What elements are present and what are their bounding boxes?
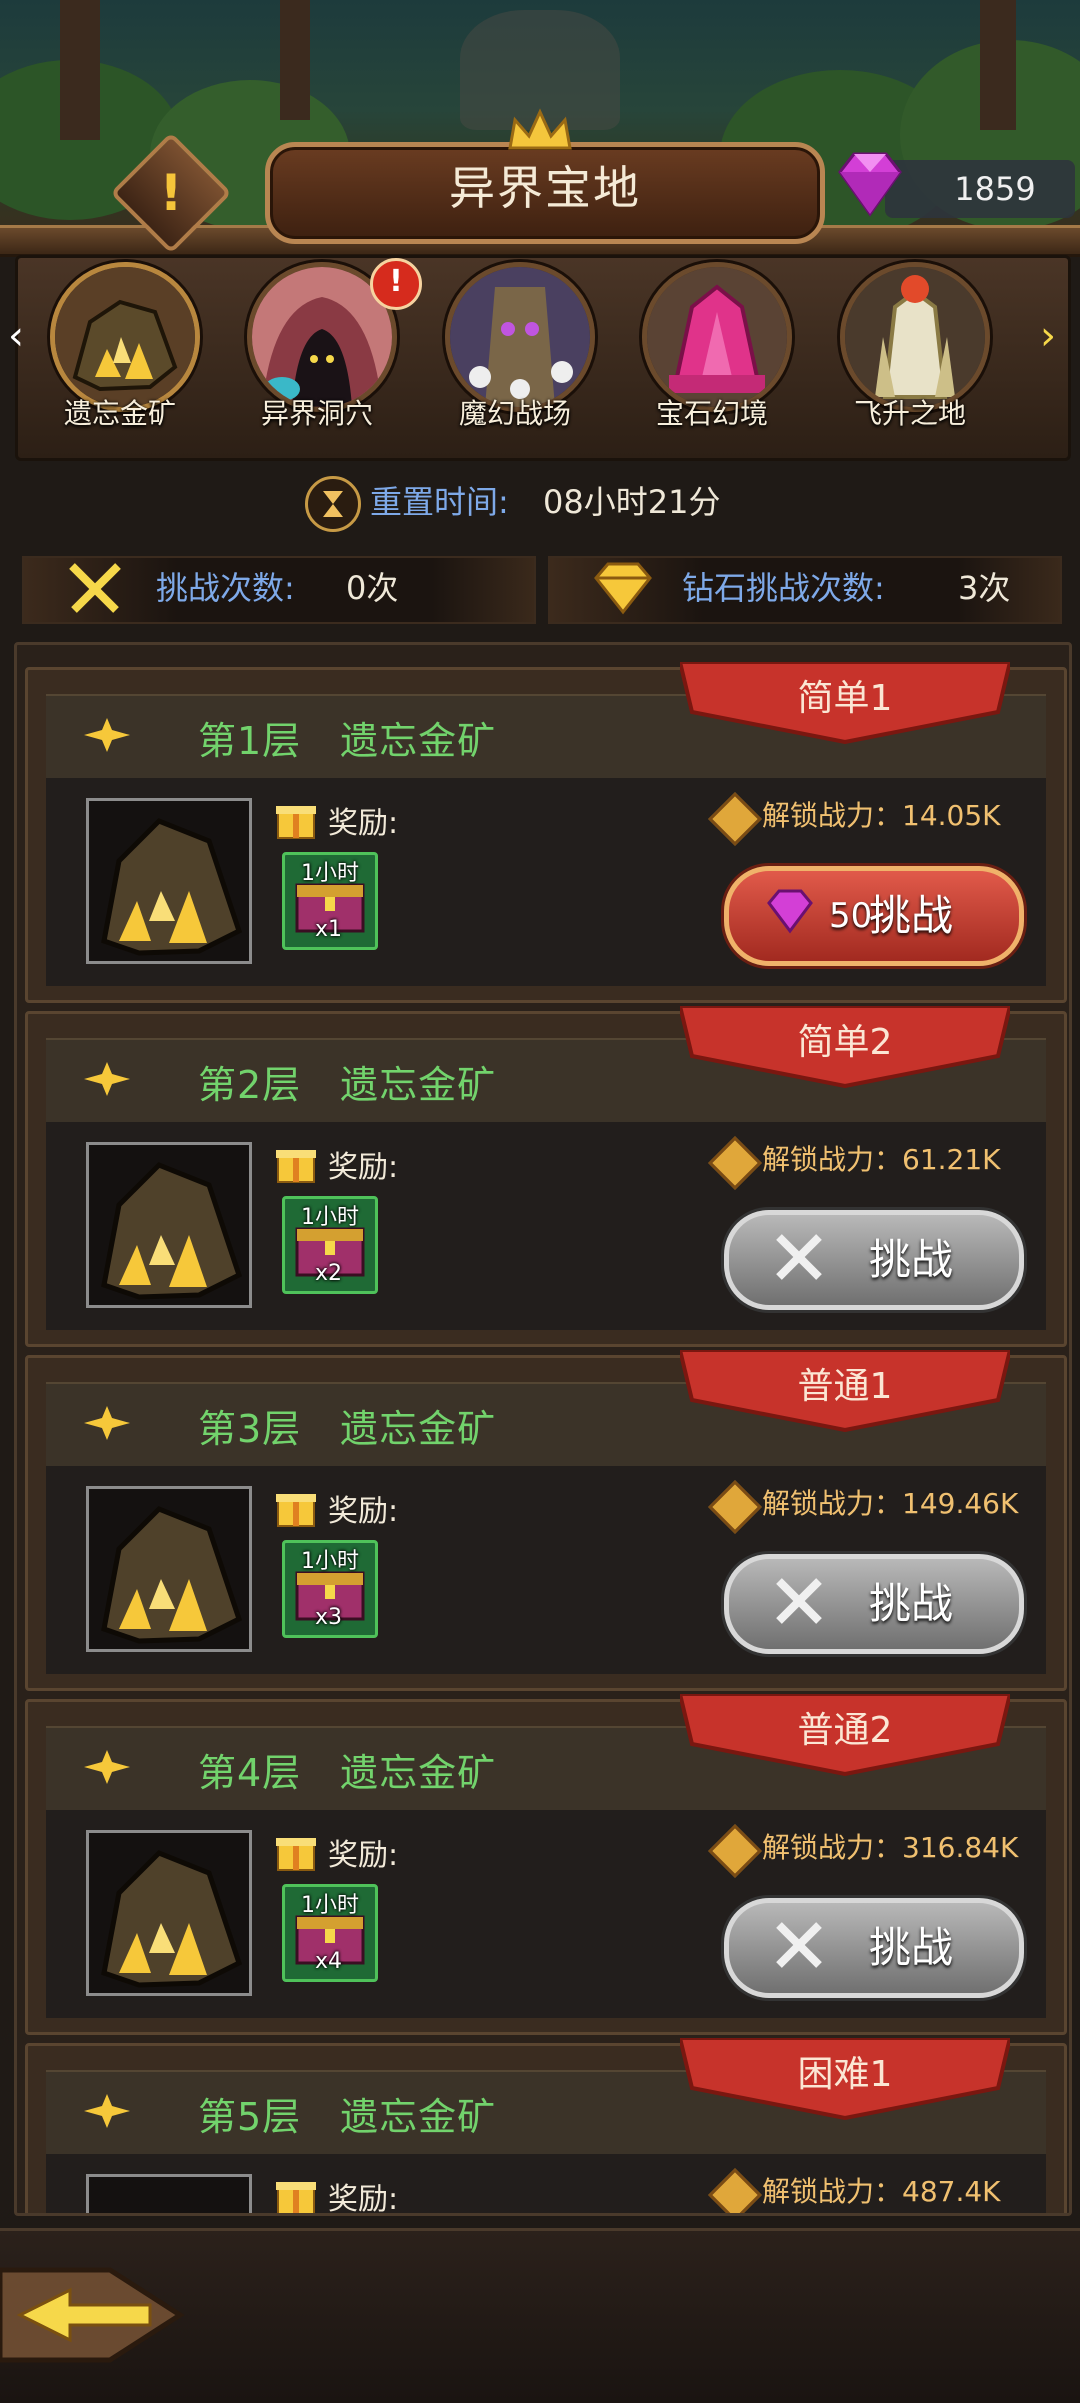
floor-name: 第4层 遗忘金矿	[198, 1751, 497, 1795]
alert-badge: !	[370, 258, 422, 310]
star-icon	[84, 1750, 130, 1784]
scroll-right-arrow-icon[interactable]: ›	[1040, 312, 1070, 360]
diamond-challenge-label: 钻石挑战次数:	[682, 569, 885, 607]
warning-icon: !	[159, 164, 183, 222]
category-gold-mine[interactable]: 遗忘金矿	[45, 262, 200, 432]
star-icon	[84, 718, 130, 752]
floor-list[interactable]: 第1层 遗忘金矿 简单1 奖励: 1小时 x1 解锁战力：14.05K 50 挑…	[14, 642, 1072, 2216]
gift-icon	[276, 1838, 316, 1871]
star-icon	[84, 1406, 130, 1440]
floor-name: 第1层 遗忘金矿	[198, 719, 497, 763]
battlefield-icon	[450, 267, 590, 407]
floor-card: 第4层 遗忘金矿 普通2 奖励: 1小时 x4 解锁战力：316.84K 挑战	[25, 1694, 1067, 2035]
category-ascension[interactable]: 飞升之地	[835, 262, 990, 432]
category-battlefield[interactable]: 魔幻战场	[440, 262, 595, 432]
challenge-button-label: 挑战	[869, 1579, 954, 1628]
challenge-button-label: 挑战	[869, 1923, 954, 1972]
reset-time-value: 08小时21分	[543, 483, 721, 521]
unlock-power-text: 解锁战力：61.21K	[762, 1143, 1001, 1176]
reward-chest-item[interactable]: 1小时 x1	[282, 852, 378, 950]
challenge-button-locked[interactable]: 挑战	[724, 1210, 1024, 1310]
reward-label: 奖励:	[328, 1838, 399, 1873]
gem-realm-icon	[647, 267, 787, 407]
chest-duration: 1小时	[301, 1893, 359, 1918]
diamond-icon	[594, 562, 652, 615]
gift-icon	[276, 806, 316, 839]
star-icon	[84, 1062, 130, 1096]
crossed-swords-icon	[776, 1922, 822, 1968]
gem-count: 1859	[954, 170, 1036, 208]
floor-card: 第3层 遗忘金矿 普通1 奖励: 1小时 x3 解锁战力：149.46K 挑战	[25, 1350, 1067, 1691]
unlock-power-text: 解锁战力：316.84K	[762, 1831, 1019, 1864]
floor-name: 第5层 遗忘金矿	[198, 2095, 497, 2139]
reward-chest-item[interactable]: 1小时 x2	[282, 1196, 378, 1294]
challenge-button-label: 挑战	[869, 891, 954, 940]
reward-label: 奖励:	[328, 1150, 399, 1185]
difficulty-label: 困难1	[797, 2054, 893, 2095]
gift-icon	[276, 1150, 316, 1183]
star-icon	[84, 2094, 130, 2128]
crossed-swords-icon	[776, 1578, 822, 1624]
gold-ore-thumbnail	[86, 798, 252, 964]
challenge-count-label: 挑战次数:	[156, 569, 295, 607]
chest-quantity: x3	[315, 1605, 343, 1630]
reward-label: 奖励:	[328, 2182, 399, 2216]
floor-card: 第1层 遗忘金矿 简单1 奖励: 1小时 x1 解锁战力：14.05K 50 挑…	[25, 662, 1067, 1003]
chest-quantity: x2	[315, 1261, 343, 1286]
floor-name: 第3层 遗忘金矿	[198, 1407, 497, 1451]
unlock-power-text: 解锁战力：14.05K	[762, 799, 1001, 832]
difficulty-label: 简单1	[797, 678, 893, 719]
gift-icon	[276, 2182, 316, 2213]
gem-icon	[838, 152, 902, 217]
back-arrow-icon[interactable]	[0, 2250, 190, 2380]
reset-time-label: 重置时间:	[370, 483, 509, 521]
crossed-swords-icon	[69, 563, 121, 613]
diamond-challenge-value: 3次	[958, 569, 1011, 607]
category-label: 宝石幻境	[655, 397, 768, 430]
challenge-button-label: 挑战	[869, 1235, 954, 1284]
chest-duration: 1小时	[301, 861, 359, 886]
gold-ore-thumbnail	[86, 1142, 252, 1308]
crossed-swords-icon	[776, 1234, 822, 1280]
gold-ore-thumbnail	[86, 2174, 252, 2213]
ascension-icon	[845, 267, 985, 407]
category-label: 魔幻战场	[458, 397, 571, 430]
gold-ore-thumbnail	[86, 1830, 252, 1996]
floor-card: 第2层 遗忘金矿 简单2 奖励: 1小时 x2 解锁战力：61.21K 挑战	[25, 1006, 1067, 1347]
gem-cost: 50	[829, 896, 873, 936]
scroll-left-arrow-icon[interactable]: ‹	[8, 312, 38, 360]
category-label: 飞升之地	[853, 397, 966, 430]
category-label: 异界洞穴	[260, 397, 373, 430]
difficulty-label: 简单2	[797, 1022, 893, 1063]
difficulty-label: 普通2	[797, 1710, 893, 1751]
reward-label: 奖励:	[328, 1494, 399, 1529]
challenge-button-locked[interactable]: 挑战	[724, 1898, 1024, 1998]
hourglass-icon	[305, 476, 361, 532]
reward-label: 奖励:	[328, 806, 399, 841]
unlock-power-text: 解锁战力：149.46K	[762, 1487, 1019, 1520]
challenge-count-value: 0次	[346, 569, 399, 607]
chest-duration: 1小时	[301, 1205, 359, 1230]
category-gem-realm[interactable]: 宝石幻境	[637, 262, 792, 432]
unlock-power-text: 解锁战力：487.4K	[762, 2175, 1001, 2208]
reward-chest-item[interactable]: 1小时 x3	[282, 1540, 378, 1638]
page-title: 异界宝地	[449, 161, 641, 215]
gold-ore-thumbnail	[86, 1486, 252, 1652]
category-label: 遗忘金矿	[63, 397, 176, 430]
gem-challenge-button[interactable]: 50 挑战	[724, 866, 1024, 966]
chest-quantity: x4	[315, 1949, 343, 1974]
challenge-button-locked[interactable]: 挑战	[724, 1554, 1024, 1654]
difficulty-label: 普通1	[797, 1366, 893, 1407]
chest-quantity: x1	[315, 917, 343, 942]
gift-icon	[276, 1494, 316, 1527]
reward-chest-item[interactable]: 1小时 x4	[282, 1884, 378, 1982]
floor-card: 第5层 遗忘金矿 困难1 奖励: 解锁战力：487.4K	[25, 2038, 1067, 2216]
floor-name: 第2层 遗忘金矿	[198, 1063, 497, 1107]
gem-icon	[767, 889, 813, 934]
chest-duration: 1小时	[301, 1549, 359, 1574]
gold-ore-icon	[55, 267, 195, 407]
